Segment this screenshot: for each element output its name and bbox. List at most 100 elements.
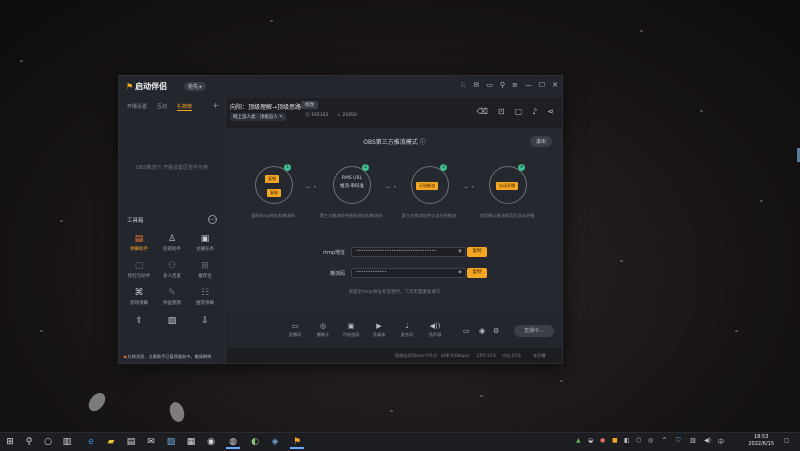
search-icon[interactable]: ⚲ bbox=[22, 435, 36, 449]
chevron-up-icon[interactable]: ^ bbox=[662, 437, 667, 444]
defender-icon[interactable]: ⛉ bbox=[676, 437, 681, 445]
tray-icon[interactable]: ◒ bbox=[588, 437, 593, 444]
network-icon[interactable]: ▥ bbox=[690, 437, 696, 444]
dot-icon: • bbox=[471, 184, 475, 191]
stream-key-field[interactable]: ••••••••••••• ◉ bbox=[351, 268, 466, 278]
tool-upload[interactable]: ⇪ bbox=[124, 316, 154, 326]
obs-icon[interactable]: ◍ bbox=[226, 435, 240, 449]
eye-icon[interactable]: ◉ bbox=[479, 327, 485, 335]
game-icon: ⌘ bbox=[134, 288, 144, 298]
steam-icon[interactable]: ◉ bbox=[204, 435, 218, 449]
mic-icon: ♩ bbox=[405, 322, 409, 330]
version-badge[interactable]: 抢先 ▸ bbox=[184, 82, 207, 91]
task-view-icon[interactable]: ▥ bbox=[60, 435, 74, 449]
category-tag[interactable]: 网上追人类 · 顶级追人 ✎ bbox=[230, 113, 286, 121]
speck bbox=[390, 410, 393, 412]
minimize-icon[interactable]: — bbox=[525, 81, 532, 89]
rtmp-field[interactable]: •••••••••••••••••••••••••••••••••• ◉ bbox=[351, 247, 466, 257]
step-3-start-chip: 开始推流 bbox=[416, 182, 438, 190]
tab-interact[interactable]: 互动 bbox=[157, 103, 167, 111]
copy-rtmp-button[interactable]: 复制 bbox=[467, 247, 487, 257]
help-icon[interactable]: ⓘ bbox=[420, 139, 426, 146]
tray-icon[interactable]: ● bbox=[600, 437, 605, 444]
photos-icon[interactable]: ▨ bbox=[164, 435, 178, 449]
rtmp-label: rtmp地址 bbox=[322, 250, 345, 256]
ime-icon[interactable]: 中 bbox=[718, 437, 724, 446]
message-icon[interactable]: ▭ bbox=[486, 81, 493, 89]
tool-cast[interactable]: ▣ 开始投屏 bbox=[339, 322, 363, 338]
status-memory: 内存:51% bbox=[502, 353, 522, 358]
add-icon[interactable]: + bbox=[212, 101, 219, 110]
tool-game-danmaku[interactable]: ⌘ 游戏弹幕 bbox=[124, 288, 154, 306]
lock-icon[interactable]: ⊡ bbox=[498, 107, 505, 116]
record-icon[interactable]: ▭ bbox=[463, 327, 470, 335]
store-icon[interactable]: ▤ bbox=[124, 435, 138, 449]
tool-danmaku[interactable]: ▤ 弹幕助手 bbox=[124, 234, 154, 252]
exit-button[interactable]: 退出 bbox=[529, 136, 552, 147]
copy-stream-key-button[interactable]: 复制 bbox=[467, 268, 487, 278]
game-app-icon[interactable]: ◐ bbox=[248, 435, 262, 449]
tool-tasks[interactable]: ▣ 主播任务 bbox=[190, 234, 220, 252]
trash-icon[interactable]: ⌫ bbox=[477, 107, 488, 116]
tray-icon[interactable]: ▲ bbox=[576, 437, 581, 444]
tool-redpacket[interactable]: ▢ 抢红包助手 bbox=[124, 261, 154, 279]
arrow-icon: → bbox=[385, 184, 391, 191]
volume-icon[interactable]: ◀) bbox=[704, 437, 711, 444]
fans-value: 165103 bbox=[311, 113, 329, 118]
mascot-icon[interactable]: ♘ bbox=[460, 81, 466, 89]
tab-settings[interactable]: 开播设置 bbox=[127, 103, 147, 111]
tray-icon[interactable]: ◎ bbox=[648, 437, 653, 444]
close-icon[interactable]: ✕ bbox=[552, 81, 558, 89]
maximize-icon[interactable]: ☐ bbox=[539, 81, 545, 89]
dot-icon: • bbox=[393, 184, 397, 191]
flame-icon: ⚑ bbox=[126, 82, 134, 91]
menu-icon[interactable]: ≡ bbox=[512, 81, 518, 89]
more-icon[interactable]: ••• bbox=[208, 215, 217, 224]
title-bar: ⚑ 启动伴侣 抢先 ▸ ♘ ✉ ▭ ⚲ ≡ — ☐ ✕ bbox=[119, 76, 562, 98]
cortana-icon[interactable]: ○ bbox=[41, 435, 55, 449]
tray-icon[interactable]: ◧ bbox=[624, 437, 630, 444]
tool-room-admin[interactable]: ♙ 房管助手 bbox=[157, 234, 187, 252]
shirt-icon[interactable]: ⚲ bbox=[500, 81, 505, 89]
tool-multi-link[interactable]: ⚇ 多人连麦 bbox=[157, 261, 187, 279]
clock[interactable]: 18:53 2022/6/15 bbox=[748, 434, 774, 448]
tool-live-room[interactable]: ▭ 直播间 bbox=[283, 322, 307, 338]
tool-image[interactable]: ▧ bbox=[157, 316, 187, 326]
window-controls: ♘ ✉ ▭ ⚲ ≡ — ☐ ✕ bbox=[460, 81, 558, 89]
category-text: 网上追人类 · 顶级追人 bbox=[233, 115, 278, 120]
file-explorer-icon[interactable]: ▰ bbox=[104, 435, 118, 449]
eye-icon[interactable]: ◉ bbox=[458, 270, 462, 275]
tray-icon[interactable]: ⬡ bbox=[636, 437, 641, 444]
app-icon[interactable]: ▦ bbox=[184, 435, 198, 449]
eye-icon[interactable]: ◉ bbox=[458, 249, 462, 254]
step-4-auto-chip: 自动开播 bbox=[496, 182, 518, 190]
gear-icon[interactable]: ⚙ bbox=[493, 327, 499, 335]
mail-icon[interactable]: ✉ bbox=[144, 435, 158, 449]
edit-room-button[interactable]: 修改 bbox=[301, 101, 318, 109]
live-button[interactable]: 直播中... bbox=[514, 325, 554, 337]
recommend-icon: ☷ bbox=[200, 288, 210, 298]
tool-camera[interactable]: ◎ 摄像头 bbox=[311, 322, 335, 338]
step-2-number: 2 bbox=[362, 164, 369, 171]
speck bbox=[735, 330, 738, 332]
tool-recommend-slot[interactable]: ⊞ 推荐位 bbox=[190, 261, 220, 279]
mail-icon[interactable]: ✉ bbox=[473, 81, 479, 89]
tool-download[interactable]: ⇩ bbox=[190, 316, 220, 326]
network-app-icon[interactable]: ◈ bbox=[268, 435, 282, 449]
tab-gifts[interactable]: 礼物榜 bbox=[177, 103, 193, 111]
tool-recommend-danmaku[interactable]: ☷ 推荐弹幕 bbox=[190, 288, 220, 306]
step-4-caption: 伴侣确认推流成功后自动开播 bbox=[479, 213, 535, 218]
windows-start-icon[interactable]: ⊞ bbox=[3, 435, 17, 449]
tool-mic[interactable]: ♩ 麦克风 bbox=[395, 322, 419, 338]
hot-count: ♨ 21850 bbox=[337, 113, 357, 118]
notification-icon[interactable]: ▢ bbox=[784, 437, 790, 444]
edge-browser-icon[interactable]: e bbox=[84, 435, 98, 449]
tool-draw-guess[interactable]: ✎ 你画我猜 bbox=[157, 288, 187, 306]
bell-icon[interactable]: ♪ bbox=[532, 107, 537, 116]
companion-app-icon[interactable]: ⚑ bbox=[290, 435, 304, 449]
share-icon[interactable]: ⋖ bbox=[547, 107, 554, 116]
tool-media[interactable]: ▶ 多媒体 bbox=[367, 322, 391, 338]
tray-icon[interactable]: ■ bbox=[612, 437, 618, 444]
tool-speaker[interactable]: ◀)) 扬声器 bbox=[423, 322, 447, 338]
edit-icon[interactable]: ▢ bbox=[515, 107, 523, 116]
